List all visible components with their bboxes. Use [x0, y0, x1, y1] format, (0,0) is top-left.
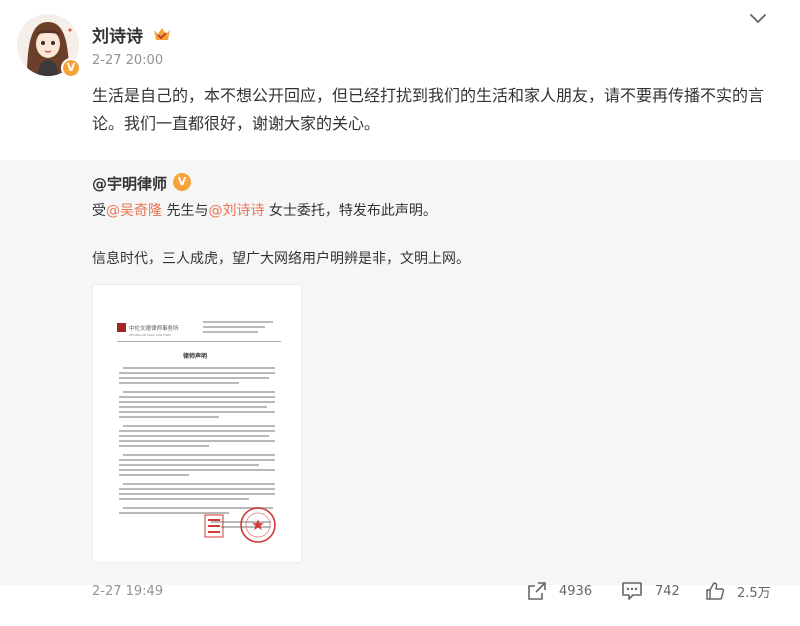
doc-firm-name: 中伦文德律师事务所 [129, 324, 179, 332]
repost-icon [528, 582, 546, 600]
like-icon [706, 582, 725, 600]
like-button[interactable]: 2.5万 [705, 579, 771, 603]
text-prefix: 受 [92, 203, 106, 219]
repost-count: 4936 [559, 583, 593, 599]
like-count: 2.5万 [737, 585, 771, 601]
repost-author-name[interactable]: @宇明律师 [92, 173, 167, 194]
statement-document-image[interactable]: 中伦文德律师事务所 ZHONGLUN W&D LAW FIRM 律师声明 [92, 284, 302, 563]
repost-original-time[interactable]: 2-27 19:49 [92, 585, 163, 599]
mention-link[interactable]: @吴奇隆 [106, 203, 162, 219]
post-footer: 2-27 19:49 4936 742 2.5万 [0, 582, 800, 626]
author-name[interactable]: 刘诗诗 [92, 22, 143, 47]
comment-button[interactable]: 742 [621, 579, 680, 603]
text-suffix: 女士委托，特发布此声明。 [264, 203, 437, 219]
repost-button[interactable]: 4936 [527, 579, 592, 603]
doc-firm-name-en: ZHONGLUN W&D LAW FIRM [129, 333, 171, 337]
verified-badge: V [173, 173, 191, 191]
comment-icon [622, 582, 642, 600]
member-crown-icon [154, 28, 170, 40]
comment-count: 742 [655, 583, 680, 599]
chevron-down-icon[interactable] [748, 9, 768, 27]
post-time[interactable]: 2-27 20:00 [92, 53, 163, 68]
reposted-content: @宇明律师 V 受@吴奇隆 先生与@刘诗诗 女士委托，特发布此声明。 信息时代，… [0, 160, 800, 585]
mention-link[interactable]: @刘诗诗 [208, 203, 264, 219]
text-mid: 先生与 [162, 203, 209, 219]
doc-title: 律师声明 [183, 352, 207, 360]
repost-text-line2: 信息时代，三人成虎，望广大网络用户明辨是非，文明上网。 [92, 251, 470, 267]
post-text: 生活是自己的，本不想公开回应，但已经打扰到我们的生活和家人朋友，请不要再传播不实… [92, 86, 765, 133]
verified-badge: V [61, 58, 81, 78]
repost-text-line1: 受@吴奇隆 先生与@刘诗诗 女士委托，特发布此声明。 [92, 200, 437, 220]
weibo-post-header: V 刘诗诗 2-27 20:00 生活是自己的，本不想公开回应，但已经打扰到我们… [0, 0, 800, 160]
